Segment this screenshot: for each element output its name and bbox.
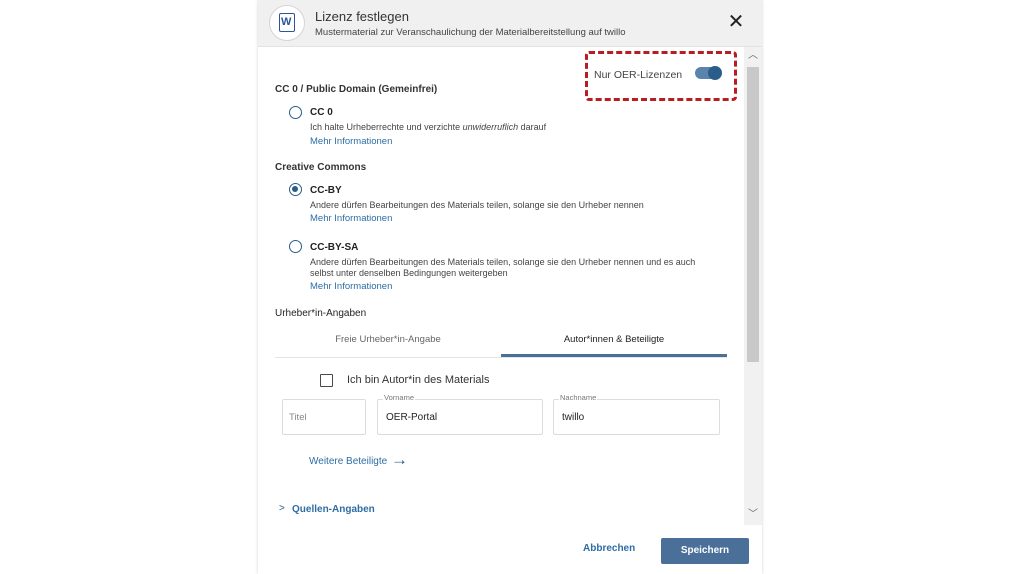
option-cc-by-sa-description: Andere dürfen Bearbeitungen des Material… bbox=[310, 257, 696, 278]
save-button[interactable]: Speichern bbox=[661, 538, 749, 564]
scrollbar-thumb[interactable] bbox=[747, 67, 759, 362]
radio-cc0[interactable] bbox=[289, 106, 302, 119]
section-cc0-heading: CC 0 / Public Domain (Gemeinfrei) bbox=[275, 84, 438, 95]
scrollbar[interactable]: ︿ ﹀ bbox=[744, 47, 762, 525]
option-cc0-description: Ich halte Urheberrechte und verzichte un… bbox=[310, 122, 547, 132]
option-cc-by-sa-more-link[interactable]: Mehr Informationen bbox=[310, 281, 392, 292]
tab-authors-participants[interactable]: Autor*innen & Beteiligte bbox=[501, 329, 727, 357]
tab-free-author[interactable]: Freie Urheber*in-Angabe bbox=[275, 329, 501, 357]
lastname-label: Nachname bbox=[559, 393, 598, 402]
firstname-field[interactable]: OER-Portal bbox=[377, 399, 543, 435]
license-dialog: W Lizenz festlegen Mustermaterial zur Ve… bbox=[258, 0, 762, 574]
sources-expander[interactable]: Quellen-Angaben bbox=[292, 504, 375, 515]
title-placeholder: Titel bbox=[289, 412, 307, 423]
dialog-content: Nur OER-Lizenzen CC 0 / Public Domain (G… bbox=[258, 47, 744, 525]
word-document-icon: W bbox=[279, 13, 295, 32]
document-icon-badge: W bbox=[269, 5, 305, 41]
dialog-title: Lizenz festlegen bbox=[315, 9, 409, 24]
section-cc-heading: Creative Commons bbox=[275, 162, 367, 173]
more-participants-link[interactable]: Weitere Beteiligte bbox=[309, 456, 387, 467]
option-cc-by-description: Andere dürfen Bearbeitungen des Material… bbox=[310, 200, 644, 210]
arrow-right-icon[interactable]: → bbox=[391, 450, 408, 470]
author-checkbox[interactable] bbox=[320, 374, 333, 387]
scroll-down-icon[interactable]: ﹀ bbox=[748, 509, 758, 521]
option-cc-by-title: CC-BY bbox=[310, 185, 342, 196]
radio-cc-by-sa[interactable] bbox=[289, 240, 302, 253]
option-cc0-title: CC 0 bbox=[310, 107, 333, 118]
dialog-footer: Abbrechen Speichern bbox=[258, 526, 762, 574]
section-author-heading: Urheber*in-Angaben bbox=[275, 308, 367, 319]
author-tabs: Freie Urheber*in-Angabe Autor*innen & Be… bbox=[275, 329, 727, 358]
dialog-subtitle: Mustermaterial zur Veranschaulichung der… bbox=[315, 27, 626, 38]
close-icon[interactable]: ✕ bbox=[726, 12, 746, 32]
radio-cc-by[interactable] bbox=[289, 183, 302, 196]
firstname-label: Vorname bbox=[383, 393, 416, 402]
firstname-value: OER-Portal bbox=[386, 412, 438, 423]
option-cc-by-sa-title: CC-BY-SA bbox=[310, 242, 359, 253]
option-cc0-more-link[interactable]: Mehr Informationen bbox=[310, 136, 392, 147]
lastname-field[interactable]: twillo bbox=[553, 399, 720, 435]
title-field[interactable]: Titel bbox=[282, 399, 366, 435]
chevron-right-icon[interactable]: > bbox=[279, 503, 285, 514]
lastname-value: twillo bbox=[562, 412, 585, 423]
author-checkbox-label: Ich bin Autor*in des Materials bbox=[347, 374, 490, 386]
oer-toggle-label: Nur OER-Lizenzen bbox=[594, 69, 683, 81]
scroll-up-icon[interactable]: ︿ bbox=[748, 50, 758, 62]
oer-only-toggle[interactable] bbox=[695, 66, 722, 80]
cancel-button[interactable]: Abbrechen bbox=[583, 543, 635, 554]
dialog-header: W Lizenz festlegen Mustermaterial zur Ve… bbox=[258, 0, 762, 47]
option-cc-by-more-link[interactable]: Mehr Informationen bbox=[310, 213, 392, 224]
